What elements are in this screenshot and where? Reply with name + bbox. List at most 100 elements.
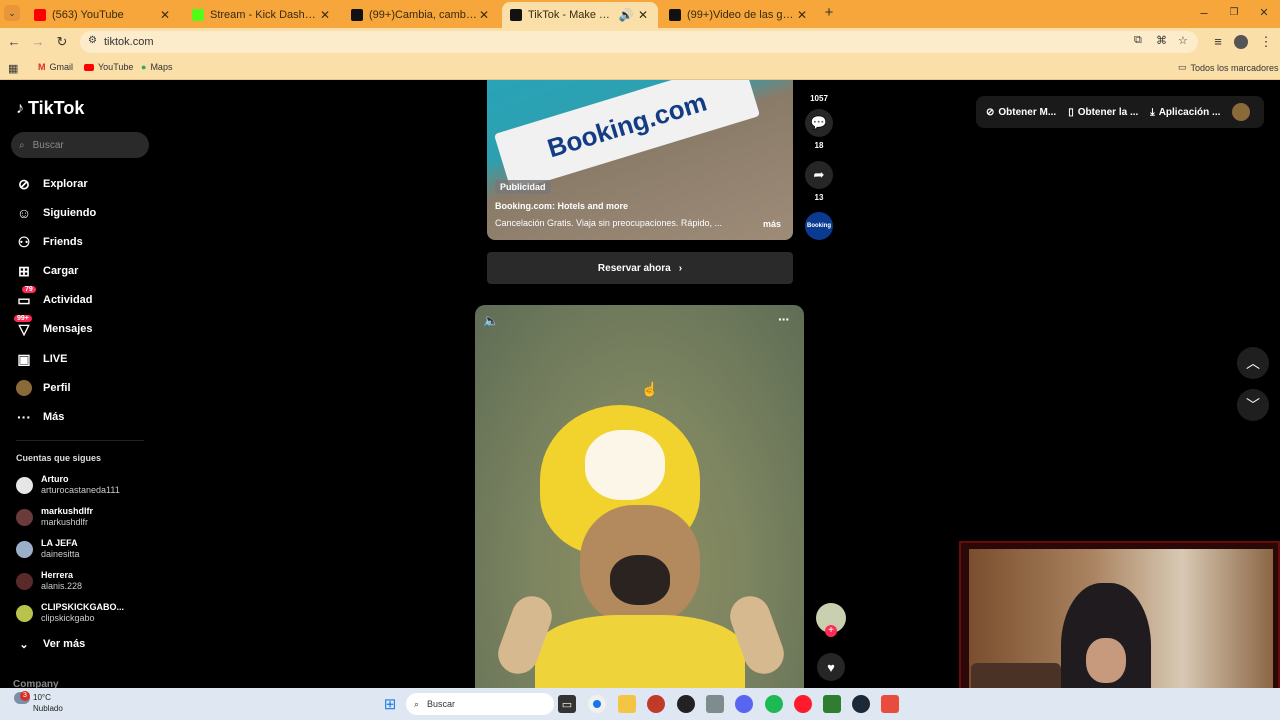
get-coins-button[interactable]: ⊘ Obtener M... <box>986 107 1056 118</box>
menu-icon[interactable]: ⋮ <box>1258 34 1274 50</box>
nav-explore[interactable]: ⊘ Explorar <box>16 176 88 192</box>
brave-icon[interactable] <box>647 695 665 713</box>
account-name: markushdlfr <box>41 506 94 516</box>
file-explorer-icon[interactable] <box>618 695 636 713</box>
following-account[interactable]: Arturo arturocastaneda111 <box>16 474 120 496</box>
next-video-button[interactable]: ﹀ <box>1237 389 1269 421</box>
maximize-button[interactable]: ❐ <box>1226 5 1242 21</box>
tiktok-icon <box>669 9 681 21</box>
minimize-button[interactable]: – <box>1196 5 1212 21</box>
search-icon: ⌕ <box>19 139 25 151</box>
app-icon-red[interactable] <box>881 695 899 713</box>
previous-video-button[interactable]: ︿ <box>1237 347 1269 379</box>
close-icon[interactable]: ✕ <box>795 8 809 22</box>
bookmark-star-icon[interactable]: ☆ <box>1178 34 1188 47</box>
nav-friends[interactable]: ⚇ Friends <box>16 234 83 250</box>
minecraft-icon[interactable] <box>823 695 841 713</box>
nav-upload[interactable]: ⊞ Cargar <box>16 263 78 279</box>
nav-more[interactable]: ··· Más <box>16 409 64 425</box>
main-video[interactable]: 🔈 ··· ☝ <box>475 305 804 688</box>
ad-title[interactable]: Booking.com: Hotels and more <box>495 201 628 211</box>
get-app-button[interactable]: ▯ Obtener la ... <box>1068 107 1138 118</box>
chrome-icon[interactable] <box>588 695 606 713</box>
ad-more-link[interactable]: más <box>763 219 781 229</box>
nav-profile[interactable]: Perfil <box>16 380 71 396</box>
account-handle: alanis.228 <box>41 581 83 591</box>
messages-icon: ▽ 99+ <box>14 315 32 337</box>
close-icon[interactable]: ✕ <box>158 8 172 22</box>
tab-label: TikTok - Make Your Day <box>528 9 616 21</box>
forward-icon[interactable]: → <box>30 34 46 50</box>
search-input[interactable]: ⌕ Buscar <box>11 132 149 158</box>
close-window-button[interactable]: ✕ <box>1256 5 1272 21</box>
follow-plus-icon[interactable]: + <box>825 625 837 637</box>
site-info-icon[interactable]: ⚙ <box>88 35 97 46</box>
weather-widget[interactable]: 10°C Nublado <box>12 692 63 714</box>
top-actions-bar: ⊘ Obtener M... ▯ Obtener la ... ⤓ Aplicació… <box>976 96 1264 128</box>
all-bookmarks[interactable]: ▭ Todos los marcadores <box>1178 62 1279 73</box>
spotify-icon[interactable] <box>765 695 783 713</box>
ad-video[interactable]: Booking.com Publicidad Booking.com: Hote… <box>487 80 793 240</box>
nav-following[interactable]: ☺ Siguiendo <box>16 205 96 221</box>
get-coins-label: Obtener M... <box>998 106 1057 118</box>
discord-icon[interactable] <box>735 695 753 713</box>
company-link[interactable]: Company <box>13 679 59 688</box>
taskbar-search[interactable]: ⌕ Buscar <box>406 693 554 715</box>
install-icon[interactable]: ⧉ <box>1134 34 1142 47</box>
bookmark-maps[interactable]: ● Maps <box>141 62 172 72</box>
speaker-icon[interactable]: 🔊 <box>616 8 636 22</box>
opera-icon[interactable] <box>794 695 812 713</box>
following-account[interactable]: Herrera alanis.228 <box>16 570 82 592</box>
like-button[interactable]: ♥ <box>816 653 846 681</box>
reload-icon[interactable]: ↻ <box>54 34 70 50</box>
tab-youtube[interactable]: (563) YouTube ✕ <box>26 4 180 26</box>
media-icon[interactable]: ≡ <box>1210 34 1226 50</box>
apps-icon[interactable]: ▦ <box>8 62 18 75</box>
volume-icon[interactable]: 🔈 <box>483 313 499 329</box>
tiktok-icon <box>510 9 522 21</box>
comment-button[interactable]: 💬 18 <box>804 109 834 150</box>
reserve-now-button[interactable]: Reservar ahora › <box>487 252 793 284</box>
close-icon[interactable]: ✕ <box>636 8 650 22</box>
activity-badge: 79 <box>22 286 36 293</box>
tab-tiktok-cambia[interactable]: (99+)Cambia, cambia... ¡Es por ✕ <box>343 4 499 26</box>
advertiser-avatar[interactable]: Booking <box>804 212 834 240</box>
desktop-app-button[interactable]: ⤓ Aplicación ... <box>1150 107 1220 118</box>
new-tab-button[interactable]: + <box>821 5 837 21</box>
see-more-button[interactable]: ⌄ Ver más <box>16 636 85 652</box>
avatar <box>16 604 33 622</box>
following-account[interactable]: LA JEFA dainesitta <box>16 538 80 560</box>
close-icon[interactable]: ✕ <box>477 8 491 22</box>
back-icon[interactable]: ← <box>6 34 22 50</box>
profile-avatar[interactable] <box>1234 35 1248 49</box>
cta-label: Reservar ahora <box>597 262 671 274</box>
nav-activity[interactable]: ▭ 79 Actividad <box>16 286 93 308</box>
following-account[interactable]: markushdlfr markushdlfr <box>16 506 93 528</box>
tab-search-button[interactable]: ⌄ <box>4 5 20 21</box>
avatar <box>16 508 33 526</box>
bookmark-youtube[interactable]: YouTube <box>84 62 133 72</box>
video-more-icon[interactable]: ··· <box>778 311 790 327</box>
profile-avatar[interactable] <box>1232 103 1251 121</box>
nav-live[interactable]: ▣ LIVE <box>16 351 67 367</box>
close-icon[interactable]: ✕ <box>318 8 332 22</box>
bookmark-gmail[interactable]: M Gmail <box>38 62 73 72</box>
weather-condition: Nublado <box>33 704 63 713</box>
obs-icon[interactable] <box>677 695 695 713</box>
nav-messages[interactable]: ▽ 99+ Mensajes <box>14 315 93 337</box>
translate-icon[interactable]: ⌘ <box>1156 34 1167 47</box>
tab-tiktok-gemelas[interactable]: (99+)Video de las gemelas (@ ✕ <box>661 4 817 26</box>
steam-icon[interactable] <box>852 695 870 713</box>
creator-avatar[interactable]: + <box>816 603 846 637</box>
tiktok-logo[interactable]: ♪ TikTok <box>16 98 84 119</box>
following-account[interactable]: CLIPSKICKGABO... clipskickgabo <box>16 602 124 624</box>
tab-kick[interactable]: Stream - Kick Dashboard ✕ <box>184 4 340 26</box>
windows-start-icon[interactable]: ⊞ <box>381 695 399 713</box>
avatar <box>16 572 33 590</box>
app-icon[interactable] <box>706 695 724 713</box>
url-field[interactable]: ⚙ tiktok.com ⧉ ⌘ ☆ <box>80 31 1198 53</box>
activity-icon: ▭ 79 <box>16 286 36 308</box>
task-view-icon[interactable]: ▭ <box>558 695 576 713</box>
share-button[interactable]: ➦ 13 <box>804 161 834 202</box>
tab-tiktok-active[interactable]: TikTok - Make Your Day 🔊 ✕ <box>502 2 658 28</box>
